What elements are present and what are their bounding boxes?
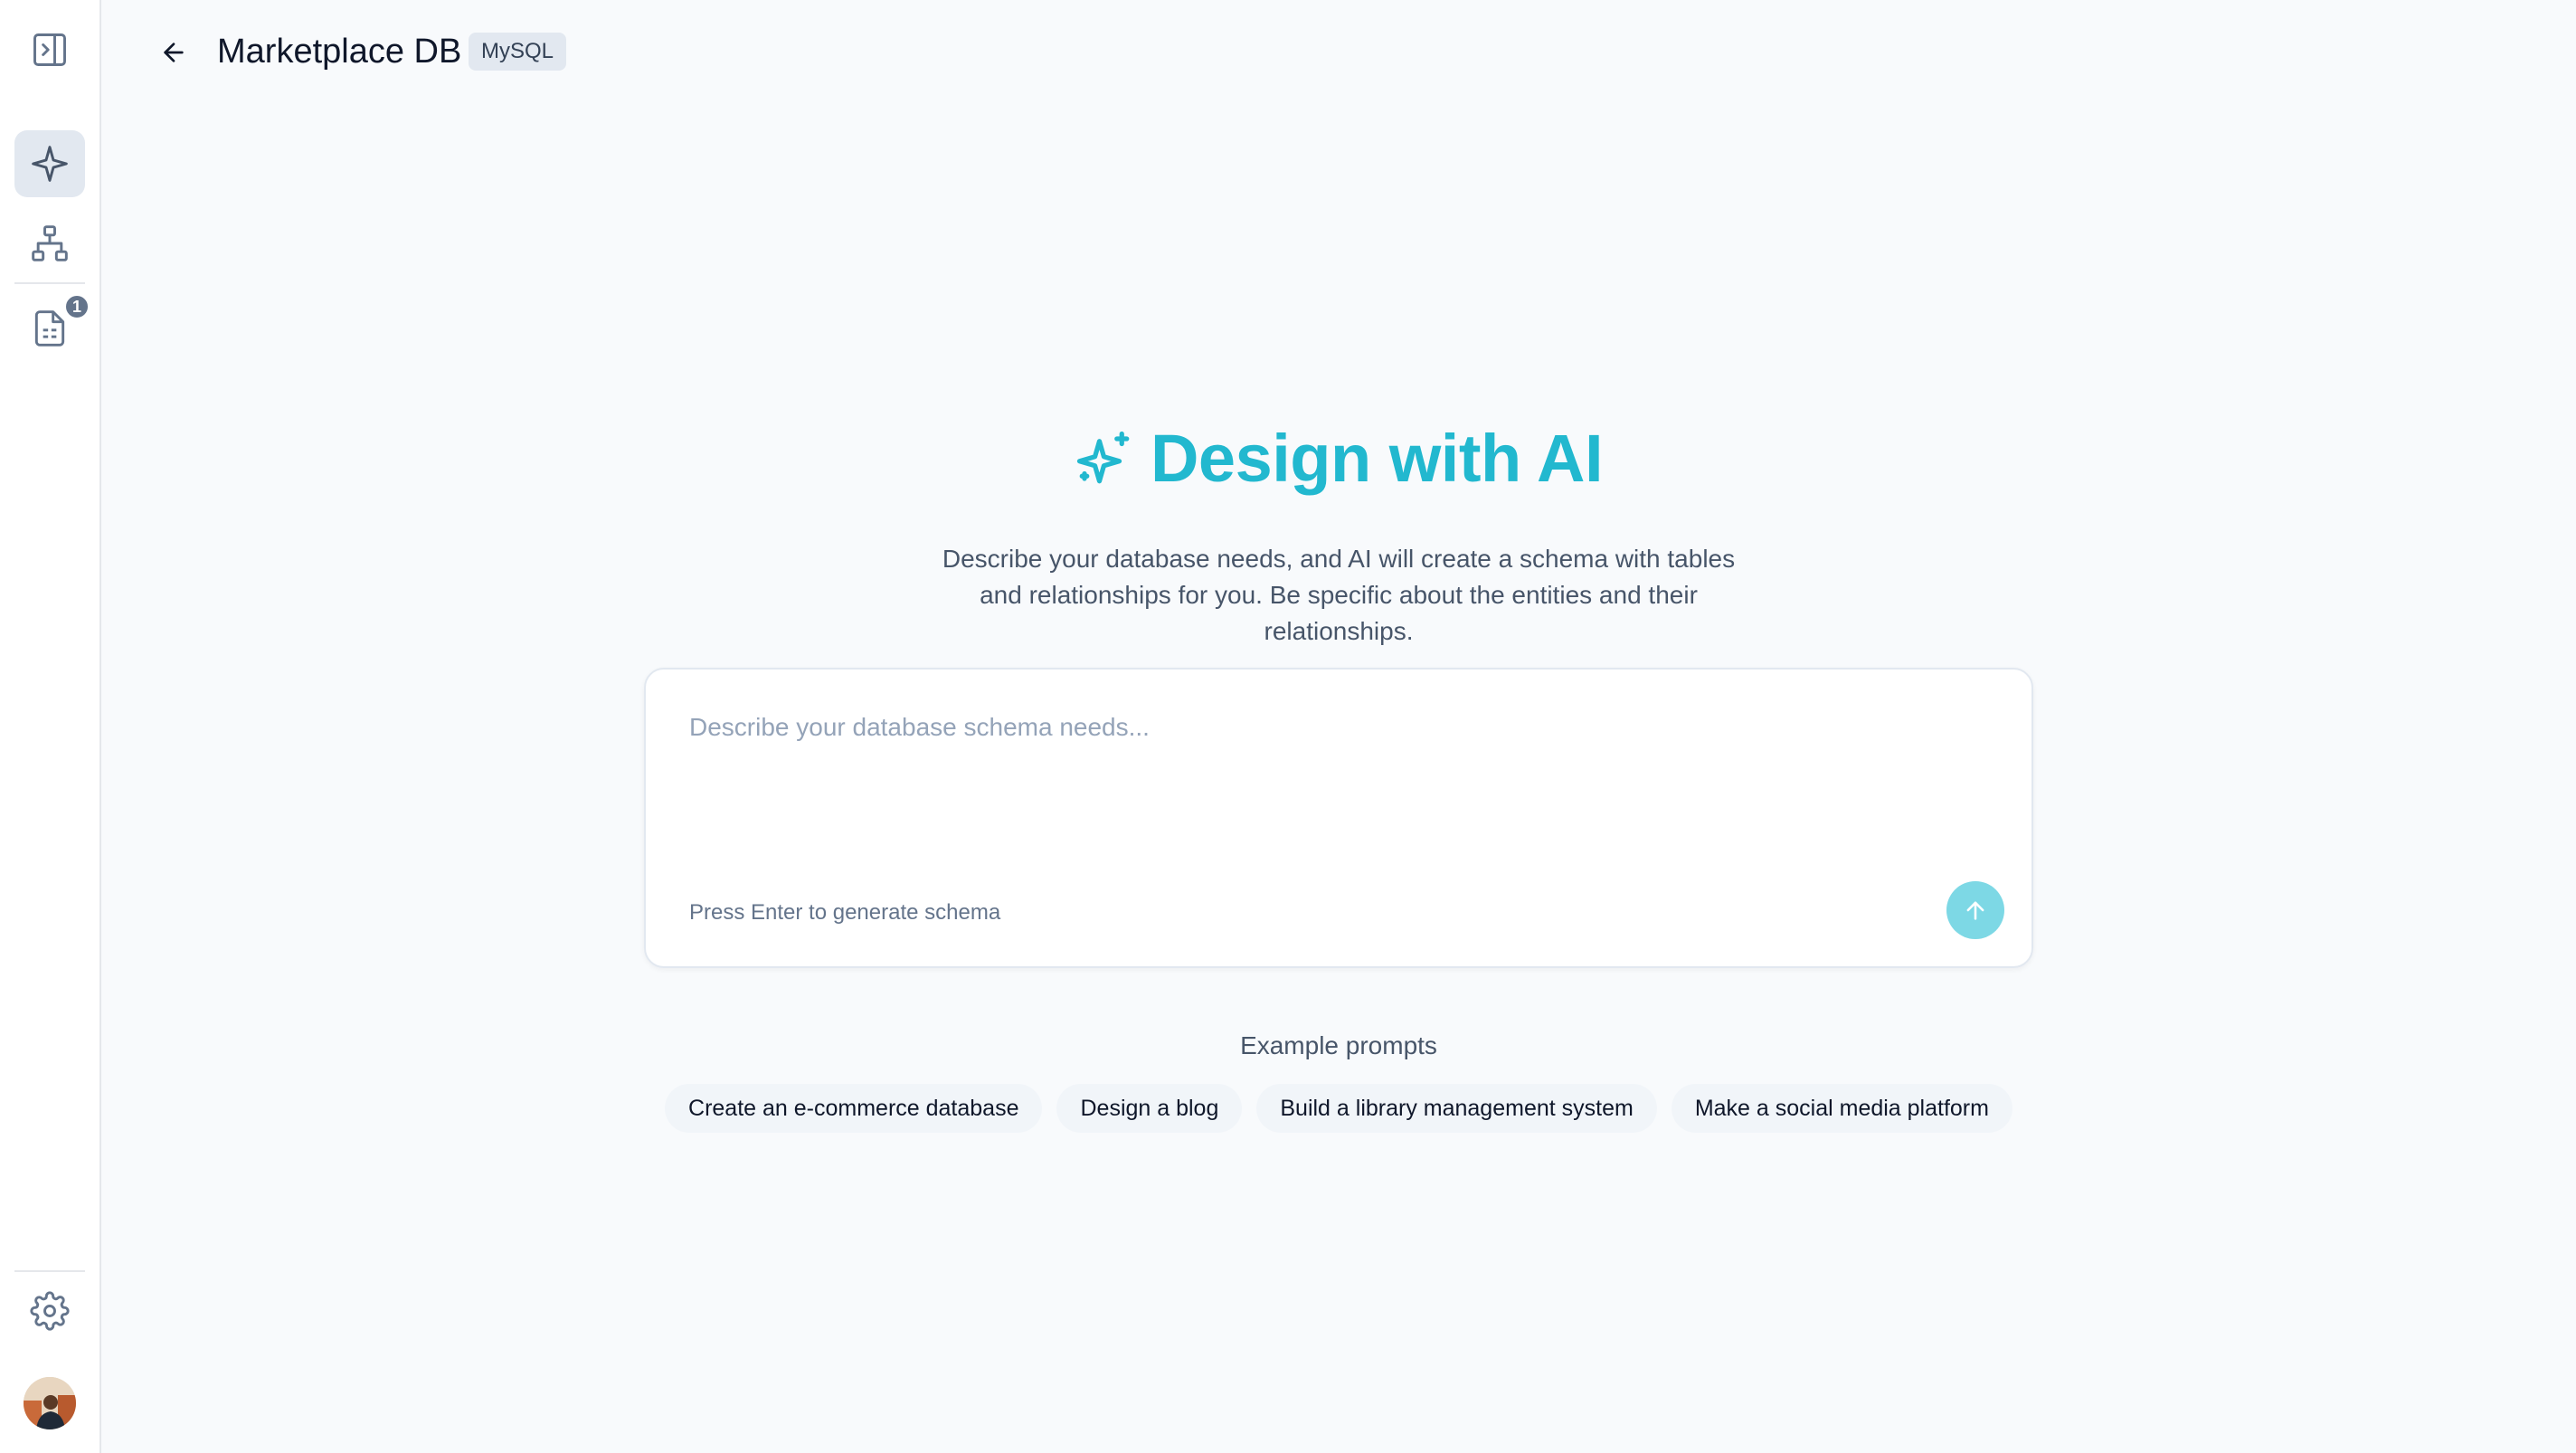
- avatar-image: [24, 1377, 76, 1429]
- sidebar-item-documents[interactable]: 1: [14, 293, 90, 362]
- notification-badge: 1: [63, 293, 90, 320]
- schema-prompt-input[interactable]: [689, 709, 1974, 845]
- avatar[interactable]: [24, 1377, 76, 1429]
- generate-button[interactable]: [1946, 881, 2004, 939]
- panel-toggle-icon: [33, 33, 66, 66]
- rail-divider: [14, 282, 85, 284]
- example-prompt-blog[interactable]: Design a blog: [1056, 1084, 1243, 1133]
- sidebar: 1: [0, 0, 101, 1453]
- settings-button[interactable]: [14, 1277, 85, 1344]
- rail-divider-bottom: [14, 1270, 85, 1272]
- back-button[interactable]: [152, 31, 195, 74]
- document-icon: [34, 310, 65, 347]
- sidebar-item-diagram[interactable]: [14, 210, 85, 277]
- examples-label: Example prompts: [1240, 1031, 1437, 1059]
- arrow-left-icon: [164, 43, 184, 62]
- arrow-up-icon: [1966, 901, 1984, 920]
- prompt-hint: Press Enter to generate schema: [689, 900, 1001, 925]
- example-prompts: Create an e-commerce database Design a b…: [0, 1084, 2576, 1133]
- sparkles-icon: [1076, 431, 1130, 484]
- diagram-icon: [32, 225, 68, 261]
- example-prompt-library[interactable]: Build a library management system: [1256, 1084, 1657, 1133]
- db-type-badge: MySQL: [469, 33, 567, 71]
- toggle-sidebar-button[interactable]: [14, 16, 85, 83]
- hero-title: Design with AI: [1150, 421, 1604, 496]
- prompt-card: Press Enter to generate schema: [644, 668, 2033, 968]
- example-prompt-ecommerce[interactable]: Create an e-commerce database: [665, 1084, 1043, 1133]
- hero-heading: Design with AI: [0, 418, 2576, 499]
- sparkle-icon: [32, 146, 68, 182]
- hero-description: Describe your database needs, and AI wil…: [942, 545, 1736, 645]
- page-title: Marketplace DB: [217, 33, 462, 71]
- gear-icon: [30, 1291, 70, 1331]
- sidebar-item-ai-design[interactable]: [14, 130, 85, 197]
- example-prompt-social[interactable]: Make a social media platform: [1671, 1084, 2012, 1133]
